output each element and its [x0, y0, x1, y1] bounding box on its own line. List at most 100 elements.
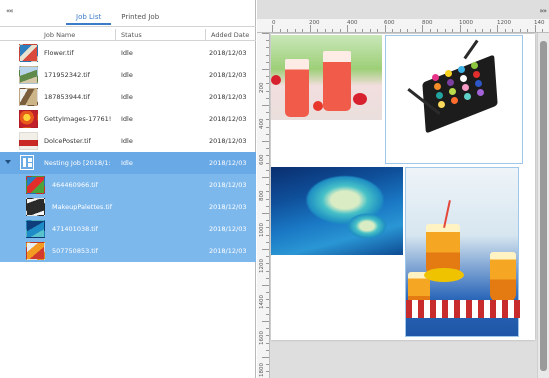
ruler-tick	[262, 177, 269, 178]
job-date: 2018/12/03	[209, 181, 247, 189]
table-row[interactable]: GettyImages-17761! Idle 2018/12/03	[0, 108, 256, 130]
job-date: 2018/12/03	[209, 49, 247, 57]
column-separator[interactable]	[115, 29, 116, 41]
ruler-label: 400	[259, 118, 265, 130]
scrollbar-thumb[interactable]	[540, 41, 547, 371]
ruler-tick	[266, 263, 269, 265]
job-name: DolcePoster.tif	[44, 137, 91, 145]
ruler-tick	[377, 29, 378, 32]
poster-thumbnail	[19, 132, 38, 150]
flower-thumbnail	[19, 44, 38, 62]
ruler-tick	[362, 29, 363, 32]
ruler-label: 400	[347, 20, 358, 26]
ruler-tick	[266, 155, 269, 157]
eyeshadow-swatch	[458, 66, 465, 73]
ruler-tick	[266, 220, 269, 222]
vertical-ruler: 200 400 600 800 1000 1200 1400 1600 1800	[257, 33, 270, 378]
ruler-tick	[422, 25, 423, 32]
ruler-tick	[266, 126, 269, 128]
table-row[interactable]: Flower.tif Idle 2018/12/03	[0, 42, 256, 64]
ruler-tick	[262, 213, 269, 214]
ruler-tick	[266, 227, 269, 229]
juice-image[interactable]	[405, 167, 520, 337]
ruler-tick	[429, 29, 431, 32]
ruler-tick	[459, 25, 461, 32]
eyeshadow-swatch	[434, 83, 441, 90]
expand-panel-icon[interactable]: »»	[539, 7, 547, 15]
vertical-scrollbar[interactable]	[537, 33, 549, 378]
ruler-tick	[262, 105, 269, 106]
ruler-tick	[527, 29, 528, 32]
ruler-tick	[262, 69, 269, 70]
column-separator[interactable]	[205, 29, 206, 41]
ruler-tick	[317, 29, 318, 32]
ruler-tick	[262, 357, 269, 358]
drink-image[interactable]	[271, 35, 382, 120]
ruler-tick	[266, 90, 269, 92]
ruler-tick	[474, 29, 476, 32]
job-name: 507750853.tif	[52, 247, 98, 255]
eyeshadow-swatch	[460, 75, 467, 82]
layout-canvas: »» 0 200 400 600 800 1000 1200 140 200 4…	[257, 0, 549, 378]
berry-shape	[271, 75, 281, 85]
eyeshadow-swatch	[464, 93, 471, 100]
table-row[interactable]: 507750853.tif 2018/12/03	[0, 240, 256, 262]
nesting-job-row[interactable]: Nesting Job [2018/1: Idle 2018/12/03	[0, 152, 256, 174]
ruler-tick	[266, 328, 269, 330]
ruler-tick	[266, 40, 269, 42]
job-date: 2018/12/03	[209, 93, 247, 101]
eyeshadow-swatch	[473, 71, 480, 78]
job-date: 2018/12/03	[209, 247, 247, 255]
ruler-tick	[266, 349, 269, 351]
drink-thumbnail	[26, 176, 45, 194]
job-name: 171952342.tif	[44, 71, 90, 79]
ruler-tick	[266, 76, 269, 78]
table-row[interactable]: DolcePoster.tif Idle 2018/12/03	[0, 130, 256, 152]
job-date: 2018/12/03	[209, 159, 247, 167]
tab-job-list[interactable]: Job List	[66, 11, 112, 25]
berry-shape	[353, 93, 367, 105]
table-row[interactable]: MakeupPalettes.tif 2018/12/03	[0, 196, 256, 218]
tab-printed-job[interactable]: Printed Job	[111, 11, 169, 25]
column-job-name[interactable]: Job Name	[44, 31, 75, 39]
ruler-tick	[272, 25, 273, 32]
table-row[interactable]: 187853944.tif Idle 2018/12/03	[0, 86, 256, 108]
ruler-tick	[266, 277, 269, 279]
table-row[interactable]: 471401038.tif 2018/12/03	[0, 218, 256, 240]
nesting-layout-icon	[20, 155, 34, 170]
collapse-panel-icon[interactable]: ««	[6, 7, 14, 15]
ruler-tick	[512, 29, 513, 32]
expand-triangle-icon[interactable]	[5, 160, 11, 164]
makeup-palette-image[interactable]	[385, 35, 523, 164]
job-status: Idle	[121, 159, 133, 167]
ruler-label: 1800	[259, 363, 265, 377]
island-image[interactable]	[271, 167, 403, 255]
ruler-tick	[369, 29, 371, 32]
job-name: Flower.tif	[44, 49, 74, 57]
ruler-label: 1200	[259, 259, 265, 273]
job-status: Idle	[121, 137, 133, 145]
ruler-tick	[266, 313, 269, 315]
ruler-tick	[266, 198, 269, 200]
table-row[interactable]: 464460966.tif 2018/12/03	[0, 174, 256, 196]
job-date: 2018/12/03	[209, 203, 247, 211]
eyeshadow-swatch	[432, 74, 439, 81]
job-status: Idle	[121, 93, 133, 101]
job-date: 2018/12/03	[209, 71, 247, 79]
ruler-tick	[266, 335, 269, 337]
ruler-tick	[324, 29, 326, 32]
ruler-tick	[347, 25, 348, 32]
ruler-tick	[266, 119, 269, 121]
ruler-tick	[266, 364, 269, 366]
tab-divider	[0, 26, 256, 27]
column-added-date[interactable]: Added Date	[211, 31, 249, 39]
ruler-tick	[414, 29, 416, 32]
table-row[interactable]: 171952342.tif Idle 2018/12/03	[0, 64, 256, 86]
column-status[interactable]: Status	[121, 31, 142, 39]
ruler-tick	[302, 29, 303, 32]
media-sheet	[271, 34, 535, 340]
ruler-tick	[266, 148, 269, 150]
job-name: Nesting Job [2018/1:	[44, 159, 111, 167]
job-tabs: Job List Printed Job	[66, 11, 169, 25]
eyeshadow-swatch	[449, 88, 456, 95]
